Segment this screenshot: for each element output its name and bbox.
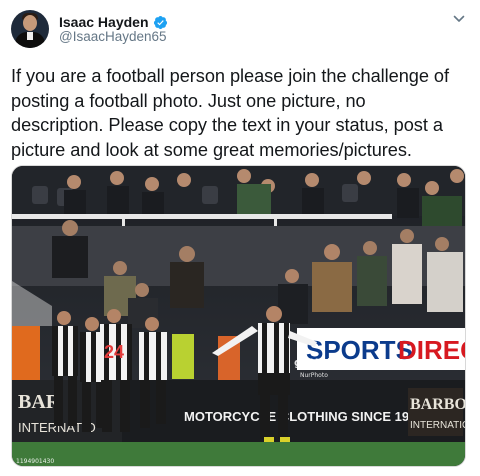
tweet-text-line: If you are a football person please join… — [11, 66, 449, 86]
author-handle[interactable]: @IsaacHayden65 — [59, 29, 167, 44]
ad-barbour-right-1: BARBOU — [410, 396, 466, 413]
tweet-photo[interactable]: SPORTS DIRECT BAR INTERNATIO MOTORCYCLE … — [11, 165, 466, 467]
tweet-text: If you are a football person please join… — [11, 64, 473, 162]
ad-direct-text: DIRECT — [398, 335, 466, 365]
getty-image-id: 1194901430 — [16, 458, 54, 465]
avatar[interactable] — [11, 10, 49, 48]
getty-watermark: gettyimages — [294, 356, 372, 369]
ad-barbour-right-2: INTERNATIONA — [410, 420, 466, 431]
tweet-text-line: posting a football photo. Just one pictu… — [11, 90, 366, 111]
author-display-name[interactable]: Isaac Hayden — [59, 14, 149, 30]
tweet-text-line: picture and look at some great memories/… — [11, 139, 412, 160]
tweet-card: Isaac Hayden @IsaacHayden65 If you are a… — [0, 0, 480, 476]
football-celebration-photo: SPORTS DIRECT BAR INTERNATIO MOTORCYCLE … — [12, 166, 466, 466]
getty-credit: NurPhoto — [300, 372, 328, 379]
ad-motorcycle-text: MOTORCYCLE CLOTHING SINCE 1936. — [184, 409, 427, 424]
chevron-down-icon[interactable] — [452, 12, 466, 26]
verified-badge-icon — [153, 15, 167, 29]
player-number: 24 — [104, 342, 124, 362]
tweet-text-line: description. Please copy the text in you… — [11, 115, 443, 135]
